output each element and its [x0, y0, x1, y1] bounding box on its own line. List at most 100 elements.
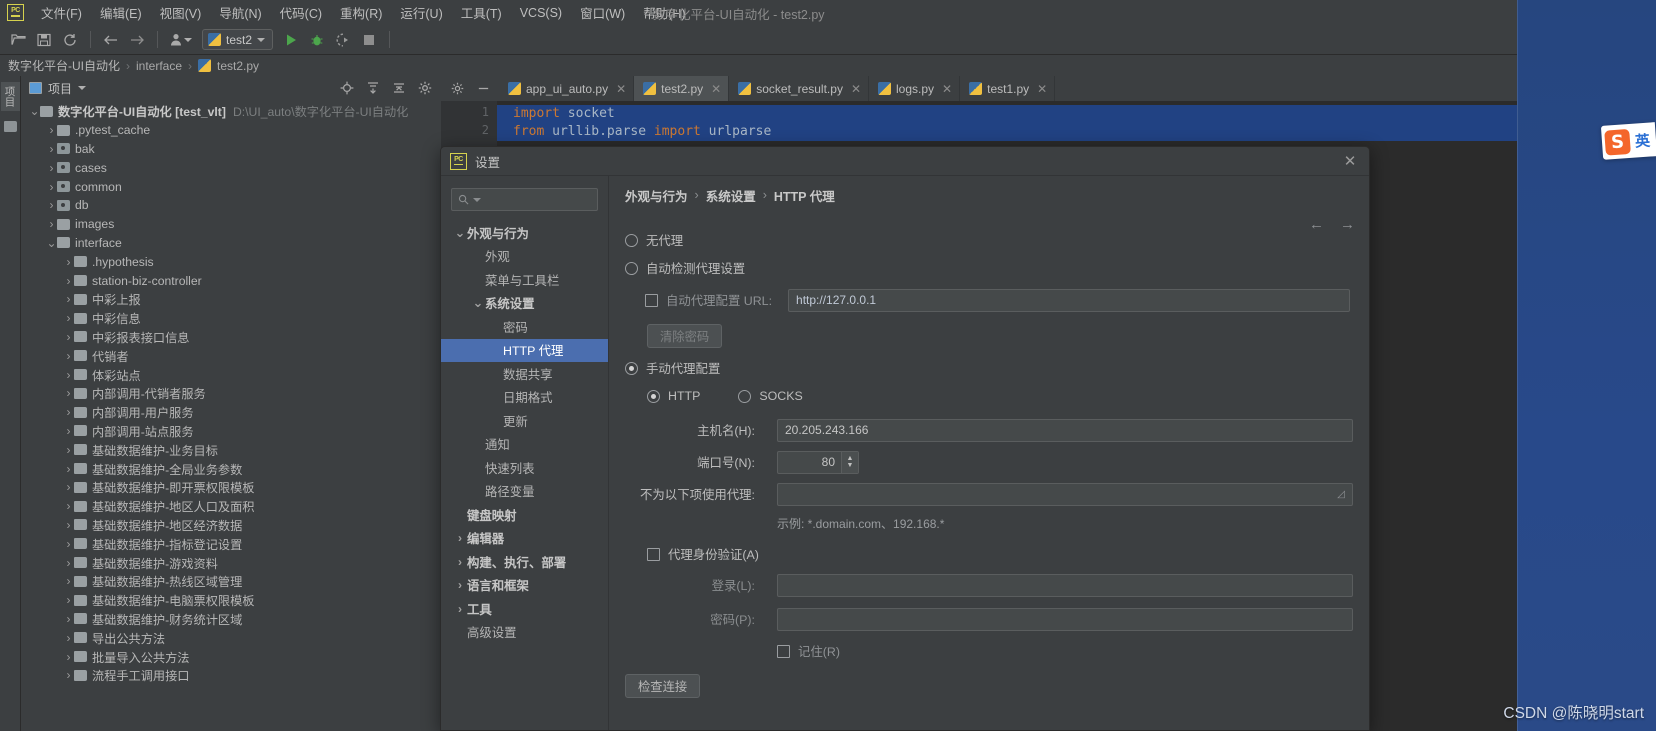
gear-icon[interactable]	[415, 78, 435, 98]
settings-tree-item[interactable]: ⌄ 系统设置	[441, 292, 608, 316]
project-tree-item[interactable]: › 内部调用-用户服务	[21, 403, 441, 422]
chevron-right-icon[interactable]: ›	[63, 480, 74, 494]
settings-tree-item[interactable]: 密码	[441, 315, 608, 339]
close-icon[interactable]: ✕	[711, 82, 721, 96]
project-tree-item[interactable]: › 中彩信息	[21, 309, 441, 328]
settings-tree-item[interactable]: 数据共享	[441, 362, 608, 386]
project-tree-item[interactable]: › station-biz-controller	[21, 271, 441, 290]
editor-tab[interactable]: app_ui_auto.py ✕	[499, 76, 635, 101]
collapse-all-icon[interactable]	[389, 78, 409, 98]
project-tree-item[interactable]: › 基础数据维护-游戏资料	[21, 553, 441, 572]
chevron-right-icon[interactable]: ›	[46, 180, 57, 194]
auto-detect-option-row[interactable]: 自动检测代理设置	[625, 254, 1353, 282]
chevron-right-icon[interactable]: ›	[63, 330, 74, 344]
settings-tree-item[interactable]: ⌄ 外观与行为	[441, 221, 608, 245]
chevron-right-icon[interactable]: ›	[63, 668, 74, 682]
chevron-right-icon[interactable]: ›	[46, 123, 57, 137]
clear-password-button[interactable]: 清除密码	[647, 324, 723, 348]
project-tree-item[interactable]: › 体彩站点	[21, 365, 441, 384]
proxy-auth-checkbox[interactable]	[647, 547, 660, 561]
project-tree-item[interactable]: › 基础数据维护-即开票权限模板	[21, 478, 441, 497]
project-tree-item[interactable]: › 基础数据维护-地区人口及面积	[21, 497, 441, 516]
editor-tab[interactable]: socket_result.py ✕	[729, 76, 870, 101]
settings-tree-item[interactable]: 快速列表	[441, 456, 608, 480]
menu-item-view[interactable]: 视图(V)	[151, 0, 211, 25]
project-tree-item[interactable]: › cases	[21, 158, 441, 177]
settings-tree-item[interactable]: › 语言和框架	[441, 574, 608, 598]
rail-tab-project[interactable]: 项目	[0, 82, 20, 111]
host-input[interactable]: 20.205.243.166	[777, 418, 1353, 442]
chevron-right-icon[interactable]: ›	[63, 255, 74, 269]
close-icon[interactable]: ✕	[851, 82, 861, 96]
chevron-right-icon[interactable]: ›	[46, 161, 57, 175]
close-icon[interactable]: ✕	[616, 82, 626, 96]
project-tree-item[interactable]: › 基础数据维护-热线区域管理	[21, 572, 441, 591]
forward-arrow-icon[interactable]	[125, 29, 149, 51]
stepper-up-icon[interactable]: ▲	[847, 455, 854, 462]
chevron-right-icon[interactable]: ›	[63, 405, 74, 419]
project-tree-item[interactable]: › common	[21, 177, 441, 196]
chevron-right-icon[interactable]: ›	[63, 443, 74, 457]
settings-tree-item[interactable]: 路径变量	[441, 480, 608, 504]
settings-tree-item[interactable]: › 工具	[441, 597, 608, 621]
chevron-right-icon[interactable]: ›	[63, 368, 74, 382]
project-tree-item[interactable]: › 基础数据维护-业务目标	[21, 440, 441, 459]
menu-item-tools[interactable]: 工具(T)	[452, 0, 511, 25]
chevron-right-icon[interactable]: ›	[63, 499, 74, 513]
settings-breadcrumb-item-1[interactable]: 外观与行为	[625, 186, 688, 205]
chevron-right-icon[interactable]: ›	[63, 518, 74, 532]
breadcrumb-item-file[interactable]: test2.py	[217, 59, 259, 73]
socks-protocol-radio[interactable]	[738, 389, 752, 403]
run-coverage-icon[interactable]	[331, 29, 355, 51]
login-input[interactable]	[777, 573, 1353, 597]
password-input[interactable]	[777, 607, 1353, 631]
chevron-down-icon[interactable]: ⌄	[46, 237, 57, 249]
chevron-right-icon[interactable]: ›	[63, 593, 74, 607]
project-tree-item[interactable]: › 基础数据维护-电脑票权限模板	[21, 591, 441, 610]
project-tree-item[interactable]: › .hypothesis	[21, 252, 441, 271]
project-tree-item[interactable]: › 批量导入公共方法	[21, 647, 441, 666]
check-connection-button[interactable]: 检查连接	[625, 674, 701, 698]
menu-item-vcs[interactable]: VCS(S)	[511, 3, 571, 23]
stepper-arrows[interactable]: ▲ ▼	[841, 451, 858, 473]
nav-back-icon[interactable]: ←	[1309, 216, 1324, 233]
proxy-auth-row[interactable]: 代理身份验证(A)	[625, 540, 1353, 568]
gear-icon[interactable]	[447, 79, 467, 99]
settings-tree-item[interactable]: 菜单与工具栏	[441, 268, 608, 292]
no-proxy-radio[interactable]	[625, 233, 638, 247]
project-tree-item[interactable]: › 基础数据维护-财务统计区域	[21, 610, 441, 629]
back-arrow-icon[interactable]	[99, 29, 123, 51]
chevron-right-icon[interactable]: ›	[453, 555, 467, 569]
editor-tab[interactable]: logs.py ✕	[869, 76, 961, 101]
settings-tree-item[interactable]: 键盘映射	[441, 503, 608, 527]
project-tree-item[interactable]: › 中彩上报	[21, 290, 441, 309]
nav-forward-icon[interactable]: →	[1340, 216, 1355, 233]
close-icon[interactable]: ✕	[942, 82, 952, 96]
open-folder-icon[interactable]	[6, 29, 30, 51]
settings-search-input[interactable]	[451, 188, 598, 211]
project-tree-item[interactable]: ⌄ interface	[21, 234, 441, 253]
chevron-right-icon[interactable]: ›	[453, 578, 467, 592]
project-tree-item[interactable]: › 基础数据维护-全局业务参数	[21, 459, 441, 478]
settings-tree-item[interactable]: 更新	[441, 409, 608, 433]
breadcrumb-item-project[interactable]: 数字化平台-UI自动化	[8, 57, 120, 74]
project-tree-item[interactable]: › 内部调用-代销者服务	[21, 384, 441, 403]
project-tree-item[interactable]: › 导出公共方法	[21, 628, 441, 647]
settings-breadcrumb-item-2[interactable]: 系统设置	[706, 186, 756, 205]
project-tree-item[interactable]: › 流程手工调用接口	[21, 666, 441, 685]
project-tree-item[interactable]: › 内部调用-站点服务	[21, 422, 441, 441]
manual-proxy-radio[interactable]	[625, 361, 638, 375]
chevron-right-icon[interactable]: ›	[63, 462, 74, 476]
close-icon[interactable]: ✕	[1337, 148, 1363, 174]
chevron-right-icon[interactable]: ›	[63, 311, 74, 325]
chevron-right-icon[interactable]: ›	[63, 292, 74, 306]
settings-tree-item[interactable]: › 编辑器	[441, 527, 608, 551]
chevron-right-icon[interactable]: ›	[63, 556, 74, 570]
settings-tree-item[interactable]: 高级设置	[441, 621, 608, 645]
chevron-right-icon[interactable]: ›	[63, 274, 74, 288]
chevron-down-icon[interactable]: ⌄	[471, 296, 485, 309]
project-tree-item[interactable]: › 中彩报表接口信息	[21, 328, 441, 347]
chevron-right-icon[interactable]: ›	[63, 349, 74, 363]
run-icon[interactable]	[279, 29, 303, 51]
settings-category-tree[interactable]: ⌄ 外观与行为 外观 菜单与工具栏 ⌄ 系统设置 密码 HTTP 代理 数据共享 日期格式 更新 通知…	[441, 221, 608, 644]
